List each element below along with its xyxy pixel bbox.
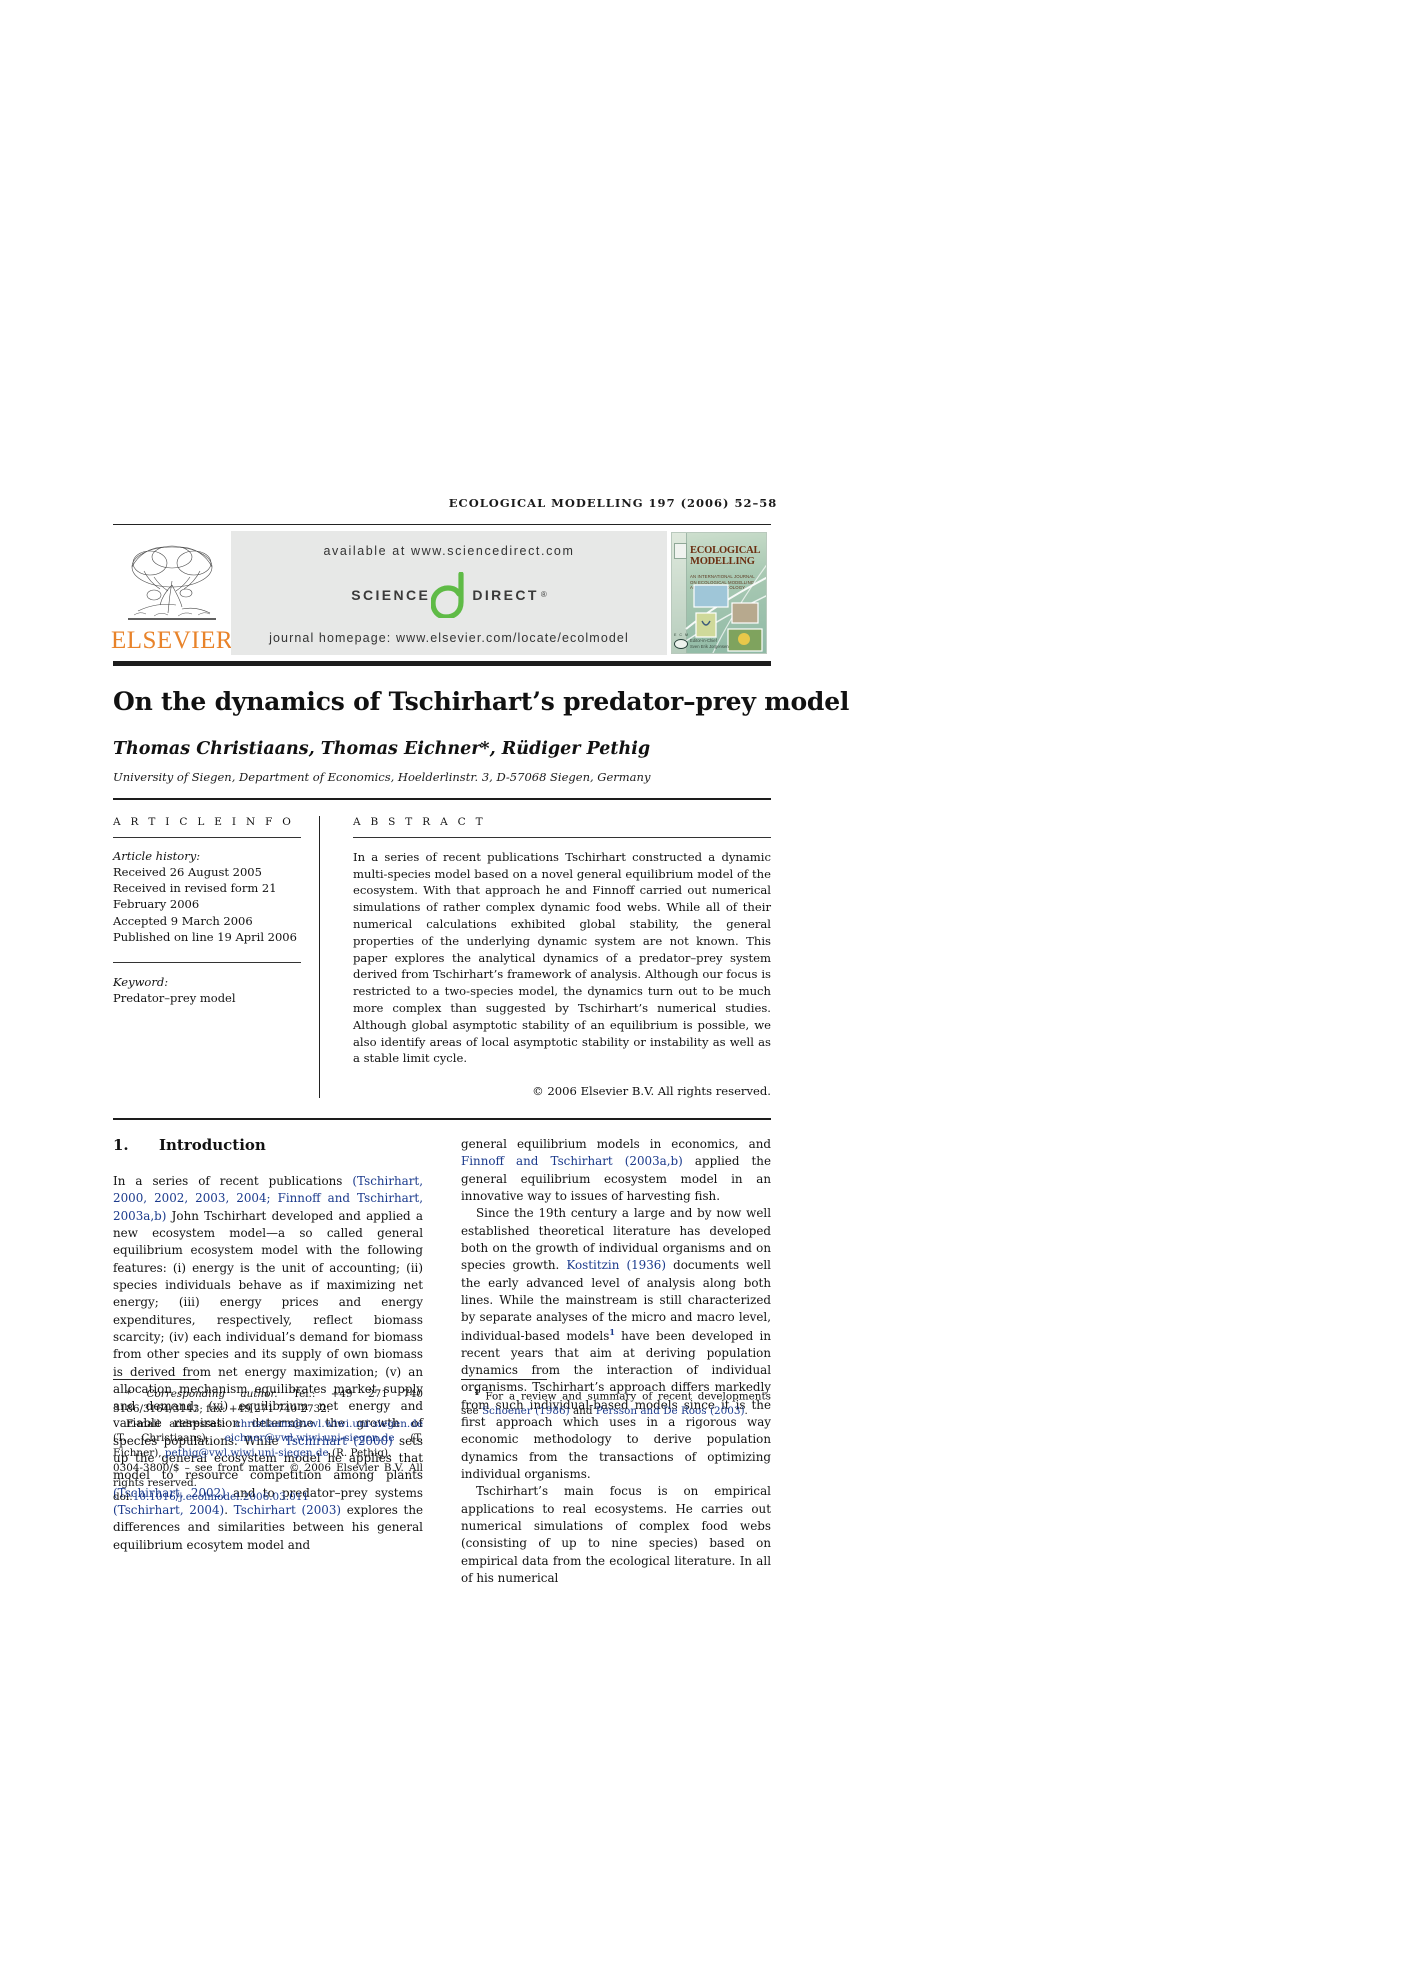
email-link-christiaans[interactable]: christiaans@vwl.wiwi.uni-siegen.de bbox=[235, 1418, 423, 1430]
cover-editor-name: Sven Erik Jorgensen bbox=[690, 643, 729, 649]
email-link-eichner[interactable]: eichner@vwl.wiwi.uni-siegen.de bbox=[225, 1432, 395, 1444]
sciencedirect-block: available at www.sciencedirect.com SCIEN… bbox=[231, 531, 667, 655]
sciencedirect-word-right: DIRECT bbox=[472, 586, 539, 603]
page-title: On the dynamics of Tschirhart’s predator… bbox=[113, 687, 850, 716]
abstract-rule-bottom bbox=[113, 1118, 771, 1121]
article-info-column: A R T I C L E I N F O Article history: R… bbox=[113, 816, 319, 1098]
text-run: . bbox=[744, 1405, 748, 1418]
corresponding-label: Corresponding author. bbox=[146, 1388, 278, 1400]
text-run: (T. Christiaans), bbox=[113, 1432, 225, 1445]
doi-link[interactable]: 10.1016/j.ecolmodel.2006.03.011 bbox=[133, 1491, 309, 1503]
abstract-label: A B S T R A C T bbox=[353, 815, 486, 828]
article-history-line: Received in revised form 21 bbox=[113, 881, 277, 896]
article-history-line: February 2006 bbox=[113, 897, 200, 912]
paper-sheet: ECOLOGICAL MODELLING 197 (2006) 52–58 EL… bbox=[110, 496, 993, 1587]
article-info-label: A R T I C L E I N F O bbox=[113, 815, 295, 828]
article-history-line: Accepted 9 March 2006 bbox=[113, 913, 253, 928]
article-history-line: Published on line 19 April 2006 bbox=[113, 930, 297, 945]
abstract-text: In a series of recent publications Tschi… bbox=[353, 849, 771, 1066]
info-abstract-region: A R T I C L E I N F O Article history: R… bbox=[113, 815, 771, 1099]
corresponding-author-note: * Corresponding author. Tel.: +49 271 74… bbox=[113, 1387, 423, 1417]
registered-mark: ® bbox=[540, 590, 547, 599]
citation-link[interactable]: Kostitzin (1936) bbox=[566, 1258, 666, 1272]
body-column-right: general equilibrium models in economics,… bbox=[461, 1136, 771, 1587]
article-info-separator bbox=[113, 962, 301, 964]
citation-link[interactable]: Tschirhart (2003) bbox=[234, 1503, 341, 1517]
journal-cover-block: ECOLOGICAL MODELLING AN INTERNATIONAL JO… bbox=[667, 531, 771, 655]
footnote-rule bbox=[113, 1379, 199, 1380]
section-title: Introduction bbox=[159, 1136, 266, 1155]
sciencedirect-logo: SCIENCE DIRECT ® bbox=[351, 570, 547, 620]
footnote-rule bbox=[461, 1379, 547, 1380]
journal-homepage-text: journal homepage: www.elsevier.com/locat… bbox=[269, 631, 629, 645]
text-run: . bbox=[224, 1503, 234, 1518]
corresponding-marker: * bbox=[126, 1388, 132, 1400]
affiliation: University of Siegen, Department of Econ… bbox=[113, 769, 651, 784]
author-list: Thomas Christiaans, Thomas Eichner*, Rüd… bbox=[113, 738, 651, 759]
elsevier-tree-icon bbox=[124, 541, 220, 627]
email-link-pethig[interactable]: pethig@vwl.wiwi.uni-siegen.de bbox=[165, 1447, 329, 1459]
abstract-underline bbox=[353, 836, 771, 838]
abstract-divider bbox=[319, 815, 320, 1099]
journal-cover-image: ECOLOGICAL MODELLING AN INTERNATIONAL JO… bbox=[671, 532, 767, 654]
article-history-heading: Article history: bbox=[113, 848, 201, 863]
cover-oval-logo bbox=[674, 639, 688, 649]
banner-rule-bottom bbox=[113, 661, 771, 666]
footnote-column-right: 1 For a review and summary of recent dev… bbox=[461, 1379, 771, 1505]
text-run: and bbox=[569, 1405, 596, 1418]
footnote-1: 1 For a review and summary of recent dev… bbox=[461, 1387, 771, 1419]
cover-footer: Editor-in-Chief Sven Erik Jorgensen bbox=[690, 638, 763, 649]
elsevier-wordmark: ELSEVIER bbox=[110, 627, 234, 654]
abstract-column: A B S T R A C T In a series of recent pu… bbox=[319, 815, 771, 1099]
body-columns: 1. Introduction In a series of recent pu… bbox=[113, 1136, 771, 1587]
text-run: In a series of recent publications bbox=[113, 1174, 353, 1189]
available-at-text: available at www.sciencedirect.com bbox=[323, 544, 575, 558]
cover-society-mark: E C M bbox=[674, 633, 689, 637]
keyword-value: Predator–prey model bbox=[113, 991, 236, 1006]
body-paragraph: general equilibrium models in economics,… bbox=[461, 1136, 771, 1205]
text-run: general equilibrium models in economics,… bbox=[461, 1137, 771, 1152]
section-number: 1. bbox=[113, 1136, 129, 1155]
running-head: ECOLOGICAL MODELLING 197 (2006) 52–58 bbox=[448, 496, 778, 510]
sciencedirect-d-icon bbox=[430, 570, 471, 620]
email-note: E-mail addresses: christiaans@vwl.wiwi.u… bbox=[113, 1417, 423, 1461]
citation-link[interactable]: Finnoff and Tschirhart (2003a,b) bbox=[461, 1154, 683, 1168]
section-heading: 1. Introduction bbox=[113, 1136, 423, 1154]
abstract-copyright: © 2006 Elsevier B.V. All rights reserved… bbox=[532, 1084, 771, 1099]
citation-link[interactable]: Schoener (1986) bbox=[482, 1405, 570, 1417]
body-column-left: 1. Introduction In a series of recent pu… bbox=[113, 1136, 423, 1587]
doi-note: doi:10.1016/j.ecolmodel.2006.03.011 bbox=[113, 1490, 423, 1505]
elsevier-logo-block: ELSEVIER bbox=[110, 531, 234, 655]
front-matter-note: 0304-3800/$ – see front matter © 2006 El… bbox=[113, 1461, 423, 1489]
article-history-line: Received 26 August 2005 bbox=[113, 864, 262, 879]
footnote-region: * Corresponding author. Tel.: +49 271 74… bbox=[113, 1379, 771, 1505]
article-info-underline bbox=[113, 836, 301, 838]
title-rule bbox=[113, 797, 771, 800]
citation-link[interactable]: (Tschirhart, 2004) bbox=[113, 1503, 224, 1517]
keyword-heading: Keyword: bbox=[113, 975, 169, 990]
paper-page: ECOLOGICAL MODELLING 197 (2006) 52–58 EL… bbox=[0, 0, 1403, 1985]
publisher-banner: ELSEVIER available at www.sciencedirect.… bbox=[110, 531, 771, 655]
doi-label: doi: bbox=[113, 1491, 133, 1504]
footnote-column-left: * Corresponding author. Tel.: +49 271 74… bbox=[113, 1379, 423, 1505]
citation-link[interactable]: Persson and De Roos (2003) bbox=[596, 1405, 745, 1417]
corresponding-fax: fax: +49 271 740 2732. bbox=[206, 1402, 331, 1415]
email-label: E-mail addresses: bbox=[126, 1417, 235, 1430]
text-run: (R. Pethig). bbox=[328, 1447, 392, 1460]
sciencedirect-word-left: SCIENCE bbox=[351, 586, 431, 603]
header-rule-top bbox=[113, 524, 771, 525]
